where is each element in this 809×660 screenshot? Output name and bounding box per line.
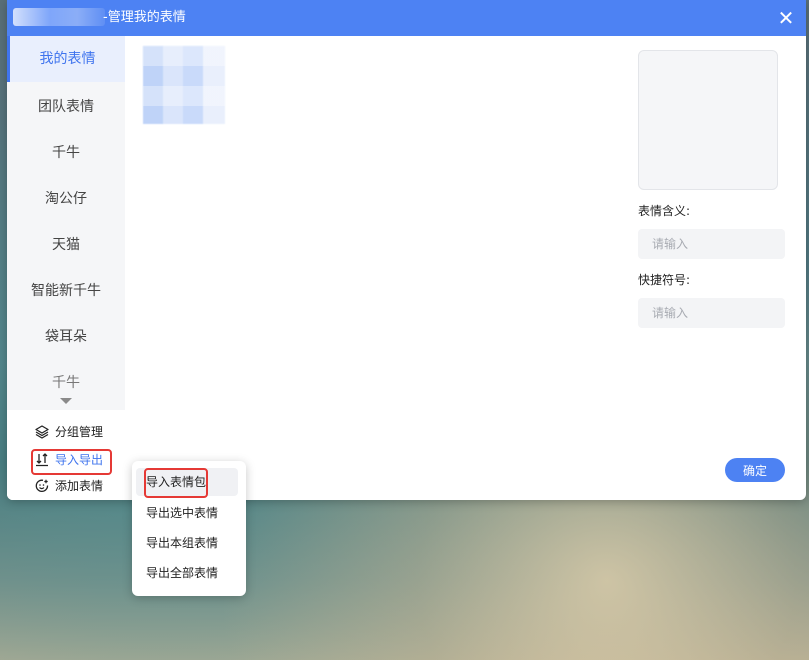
menu-item-export-all[interactable]: 导出全部表情	[136, 559, 238, 587]
import-export-icon	[36, 453, 48, 467]
sidebar: 我的表情 团队表情 千牛 淘公仔 天猫 智能新千牛 袋耳朵 千牛 分组管理 导入…	[7, 36, 125, 500]
sidebar-actions: 分组管理 导入导出 添加表情	[7, 410, 125, 500]
sidebar-item-label: 天猫	[52, 237, 80, 253]
menu-item-export-group[interactable]: 导出本组表情	[136, 529, 238, 557]
scroll-down-icon[interactable]	[60, 398, 72, 404]
menu-item-import-pack[interactable]: 导入表情包	[136, 468, 238, 496]
sidebar-item-qianniu[interactable]: 千牛	[7, 130, 125, 176]
sidebar-item-label: 袋耳朵	[45, 329, 87, 345]
blurred-account-name	[13, 8, 105, 26]
group-manage-button[interactable]: 分组管理	[35, 422, 103, 442]
group-manage-label: 分组管理	[55, 425, 104, 439]
import-export-label: 导入导出	[55, 453, 104, 467]
sidebar-item-team-emoji[interactable]: 团队表情	[7, 84, 125, 130]
shortcut-input[interactable]	[638, 298, 785, 328]
sidebar-item-label: 团队表情	[38, 99, 94, 115]
add-emoji-button[interactable]: 添加表情	[35, 476, 103, 496]
window-title: -管理我的表情	[103, 10, 186, 25]
meaning-input[interactable]	[638, 229, 785, 259]
close-icon[interactable]: ✕	[774, 6, 798, 30]
sidebar-item-label: 我的表情	[39, 51, 96, 67]
title-bar: -管理我的表情 ✕	[7, 0, 806, 36]
shortcut-label: 快捷符号:	[638, 273, 691, 287]
sidebar-item-label: 千牛	[52, 375, 80, 391]
add-emoji-icon	[35, 479, 49, 493]
sidebar-item-label: 淘公仔	[45, 191, 87, 207]
sidebar-item-qianniu-2[interactable]: 千牛	[7, 372, 125, 394]
sidebar-item-tmall[interactable]: 天猫	[7, 222, 125, 268]
import-export-button[interactable]: 导入导出	[35, 450, 103, 470]
sidebar-item-daierduo[interactable]: 袋耳朵	[7, 314, 125, 360]
import-export-menu: 导入表情包 导出选中表情 导出本组表情 导出全部表情	[132, 461, 246, 596]
emoji-preview	[638, 50, 778, 190]
sidebar-item-taogongzai[interactable]: 淘公仔	[7, 176, 125, 222]
emoji-thumbnail-overlay	[143, 46, 225, 124]
emoji-manager-window: -管理我的表情 ✕ 我的表情 团队表情 千牛 淘公仔 天猫 智能新千牛 袋耳朵 …	[7, 0, 806, 500]
sidebar-item-label: 千牛	[52, 145, 80, 161]
add-emoji-label: 添加表情	[55, 479, 104, 493]
confirm-button[interactable]: 确定	[725, 458, 785, 482]
main-content: 表情含义: 快捷符号: 确定	[125, 36, 806, 500]
layers-icon	[35, 425, 49, 439]
sidebar-item-label: 智能新千牛	[31, 283, 101, 299]
menu-item-export-selected[interactable]: 导出选中表情	[136, 499, 238, 527]
sidebar-item-smart-qianniu[interactable]: 智能新千牛	[7, 268, 125, 314]
meaning-label: 表情含义:	[638, 204, 691, 218]
sidebar-item-my-emoji[interactable]: 我的表情	[7, 36, 125, 82]
